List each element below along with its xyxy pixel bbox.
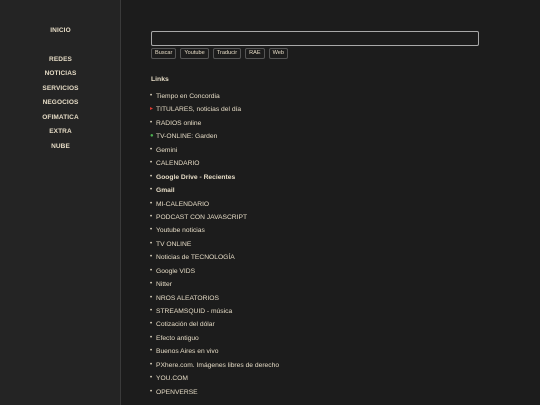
- link-item[interactable]: • STREAMSQUID - música: [149, 305, 279, 318]
- traducir-button[interactable]: Traducir: [212, 48, 242, 59]
- link-item[interactable]: • Buenos Aires en vivo: [149, 345, 279, 358]
- link-item[interactable]: • RADIOS online: [149, 117, 279, 130]
- link-label: Buenos Aires en vivo: [156, 348, 219, 356]
- link-label: CALENDARIO: [156, 160, 200, 168]
- link-item[interactable]: • Gemini: [149, 144, 279, 157]
- link-item[interactable]: • CALENDARIO: [149, 157, 279, 170]
- youtube-button[interactable]: Youtube: [180, 48, 209, 59]
- sidebar-item-noticias[interactable]: NOTICIAS: [0, 70, 121, 77]
- link-item[interactable]: • YOU.COM: [149, 372, 279, 385]
- sidebar-item-inicio[interactable]: INICIO: [0, 27, 121, 34]
- link-label: TV-ONLINE: Garden: [156, 133, 218, 141]
- web-button[interactable]: Web: [268, 48, 288, 59]
- sidebar-item-servicios[interactable]: SERVICIOS: [0, 85, 121, 92]
- link-item[interactable]: • Tiempo en Concordia: [149, 90, 279, 103]
- sidebar-item-negocios[interactable]: NEGOCIOS: [0, 99, 121, 106]
- sidebar-item-extra[interactable]: EXTRA: [0, 128, 121, 135]
- link-label: Efecto antiguo: [156, 334, 199, 342]
- link-label: STREAMSQUID - música: [156, 308, 233, 315]
- link-label: Google VIDS: [156, 267, 196, 275]
- link-label: Nitter: [156, 281, 172, 289]
- rae-button[interactable]: RAE: [245, 48, 265, 59]
- search-input[interactable]: [151, 31, 479, 46]
- links-heading: Links: [151, 76, 169, 83]
- link-label: Cotización del dólar: [156, 321, 215, 329]
- link-label: YOU.COM: [156, 375, 188, 383]
- link-label: Google Drive - Recientes: [156, 173, 236, 181]
- sidebar-nav: INICIO REDES NOTICIAS SERVICIOS NEGOCIOS…: [0, 0, 121, 405]
- link-item[interactable]: • Cotización del dólar: [149, 318, 279, 331]
- link-label: OPENVERSE: [156, 388, 198, 396]
- link-item[interactable]: • MI-CALENDARIO: [149, 198, 279, 211]
- link-item[interactable]: • Gmail: [149, 184, 279, 197]
- main-content: Buscar Youtube Traducir RAE Web Links • T…: [122, 0, 540, 405]
- link-item[interactable]: • Google VIDS: [149, 265, 279, 278]
- link-label: NROS ALEATORIOS: [156, 294, 219, 302]
- link-item[interactable]: • Efecto antiguo: [149, 332, 279, 345]
- link-item[interactable]: • PXhere.com. Imágenes libres de derecho: [149, 359, 279, 372]
- link-label: Tiempo en Concordia: [156, 93, 220, 100]
- link-label: Gemini: [156, 146, 178, 154]
- sidebar-item-ofimatica[interactable]: OFIMATICA: [0, 114, 121, 121]
- link-item[interactable]: • Nitter: [149, 278, 279, 291]
- sidebar-item-nube[interactable]: NUBE: [0, 143, 121, 150]
- link-label: PODCAST CON JAVASCRIPT: [156, 213, 248, 221]
- link-item[interactable]: • PODCAST CON JAVASCRIPT: [149, 211, 279, 224]
- link-label: Noticias de TECNOLOGÍA: [156, 254, 235, 262]
- link-label: Gmail: [156, 187, 175, 195]
- link-label: RADIOS online: [156, 119, 202, 127]
- link-label: MI-CALENDARIO: [156, 200, 210, 208]
- buscar-button[interactable]: Buscar: [151, 48, 177, 59]
- link-label: TV ONLINE: [156, 240, 192, 248]
- link-label: Youtube noticias: [156, 227, 205, 235]
- link-item[interactable]: ● TV-ONLINE: Garden: [149, 130, 279, 143]
- search-button-row: Buscar Youtube Traducir RAE Web: [151, 48, 288, 59]
- link-item[interactable]: • Youtube noticias: [149, 224, 279, 237]
- link-item[interactable]: ▸ TITULARES, noticias del día: [149, 103, 279, 116]
- link-label: PXhere.com. Imágenes libres de derecho: [156, 361, 280, 369]
- links-list: • Tiempo en Concordia ▸ TITULARES, noticias…: [149, 90, 279, 399]
- link-label: TITULARES, noticias del día: [156, 106, 242, 114]
- link-item[interactable]: • OPENVERSE: [149, 386, 279, 399]
- link-item[interactable]: • Noticias de TECNOLOGÍA: [149, 251, 279, 264]
- link-item[interactable]: • TV ONLINE: [149, 238, 279, 251]
- sidebar-item-redes[interactable]: REDES: [0, 56, 121, 63]
- link-item[interactable]: • NROS ALEATORIOS: [149, 292, 279, 305]
- link-item[interactable]: • Google Drive - Recientes: [149, 171, 279, 184]
